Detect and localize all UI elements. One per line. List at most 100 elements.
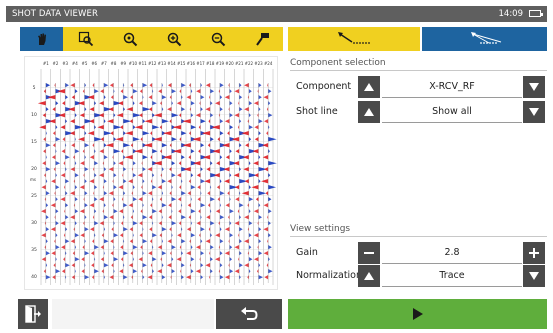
trace-wavelet: [239, 215, 241, 220]
trace-wavelet: [65, 227, 68, 232]
trace-wavelet: [171, 185, 173, 190]
shotline-select[interactable]: Show all: [382, 101, 522, 123]
trace-wavelet: [210, 209, 212, 214]
tab-shot-display[interactable]: [288, 27, 420, 51]
normalization-select[interactable]: Trace: [382, 265, 522, 287]
trace-wavelet: [94, 269, 99, 274]
trace-wavelet: [228, 83, 230, 88]
trace-wavelet: [161, 167, 164, 172]
trace-wavelet: [103, 179, 107, 184]
trace-wavelet: [128, 179, 133, 184]
trace-wavelet: [258, 179, 261, 184]
y-tick-label: 35: [31, 247, 37, 253]
trace-wavelet: [132, 197, 137, 202]
trace-wavelet: [161, 239, 163, 244]
trace-label: #1: [43, 61, 49, 66]
trace-label: #5: [82, 61, 88, 66]
trace-wavelet: [266, 107, 269, 112]
trace-wavelet: [161, 107, 164, 112]
trace-wavelet: [200, 143, 205, 148]
trace-wavelet: [187, 191, 191, 196]
trace-wavelet: [74, 113, 77, 118]
trace-wavelet: [189, 131, 191, 136]
trace-wavelet: [142, 179, 145, 184]
trace-wavelet: [131, 275, 133, 280]
trace-wavelet: [55, 197, 58, 202]
trace-wavelet: [80, 161, 85, 166]
shotline-prev-button[interactable]: [358, 101, 380, 123]
trace-wavelet: [205, 263, 211, 268]
pan-button[interactable]: [20, 27, 63, 51]
trace-wavelet: [195, 245, 201, 250]
exit-button[interactable]: [18, 299, 48, 329]
trace-wavelet: [93, 167, 95, 172]
trace-wavelet: [133, 149, 143, 154]
trace-wavelet: [63, 233, 66, 238]
trace-wavelet: [209, 275, 211, 280]
trace-wavelet: [80, 233, 85, 238]
trace-wavelet: [113, 221, 115, 226]
zoom-out-button[interactable]: [196, 27, 239, 51]
trace-wavelet: [219, 107, 223, 112]
measure-pick-button[interactable]: [240, 27, 283, 51]
shotline-next-button[interactable]: [523, 101, 545, 123]
trace-wavelet: [219, 179, 222, 184]
trace-wavelet: [171, 197, 177, 202]
trace-wavelet: [209, 95, 211, 100]
trace-wavelet: [103, 155, 108, 160]
trace-wavelet: [268, 149, 270, 154]
trace-wavelet: [181, 83, 186, 88]
back-button[interactable]: [216, 299, 282, 329]
view-section-title: View settings: [290, 224, 351, 234]
trace-wavelet: [110, 251, 114, 256]
trace-wavelet: [118, 185, 124, 190]
component-select[interactable]: X-RCV_RF: [382, 76, 522, 98]
window-title: SHOT DATA VIEWER: [12, 9, 98, 19]
trace-wavelet: [41, 209, 46, 214]
trace-wavelet: [123, 143, 131, 148]
normalization-next-button[interactable]: [523, 265, 545, 287]
zoom-box-button[interactable]: [64, 27, 107, 51]
trace-wavelet: [113, 233, 119, 238]
trace-wavelet: [264, 275, 269, 280]
trace-wavelet: [200, 251, 205, 256]
trace-wavelet: [74, 173, 79, 178]
trace-wavelet: [229, 221, 232, 226]
trace-wavelet: [78, 137, 85, 142]
trace-wavelet: [248, 101, 253, 106]
gain-increase-button[interactable]: [523, 242, 545, 264]
gain-decrease-button[interactable]: [358, 242, 380, 264]
trace-wavelet: [152, 233, 157, 238]
normalization-prev-button[interactable]: [358, 265, 380, 287]
trace-label: #8: [111, 61, 117, 66]
trace-wavelet: [258, 239, 262, 244]
trace-wavelet: [159, 233, 162, 238]
trace-wavelet: [181, 215, 186, 220]
zoom-fit-icon: [123, 32, 137, 47]
component-prev-button[interactable]: [358, 76, 380, 98]
zoom-in-button[interactable]: [152, 27, 195, 51]
trace-wavelet: [74, 149, 80, 154]
trace-wavelet: [239, 107, 243, 112]
trace-wavelet: [258, 83, 262, 88]
run-button[interactable]: [288, 299, 547, 329]
trace-wavelet: [218, 221, 220, 226]
trace-label: #4: [72, 61, 78, 66]
trace-wavelet: [51, 155, 56, 160]
trace-wavelet: [142, 239, 148, 244]
trace-label: #17: [196, 61, 205, 66]
trace-wavelet: [183, 167, 191, 172]
trace-wavelet: [208, 227, 211, 232]
trace-wavelet: [142, 131, 150, 136]
tab-shot-spread[interactable]: [422, 27, 547, 51]
component-next-button[interactable]: [523, 76, 545, 98]
trace-wavelet: [168, 215, 172, 220]
gain-value[interactable]: 2.8: [382, 242, 522, 264]
trace-wavelet: [176, 257, 182, 262]
trace-wavelet: [70, 167, 75, 172]
trace-wavelet: [65, 143, 67, 148]
trace-wavelet: [139, 221, 143, 226]
zoom-fit-button[interactable]: [108, 27, 151, 51]
seismic-plot[interactable]: #1 #2 #3 #4 #5 #6 #7 #8 #9 #10 #11 #12 #13 #14 #15 #16 #…: [24, 56, 278, 290]
trace-wavelet: [60, 221, 66, 226]
